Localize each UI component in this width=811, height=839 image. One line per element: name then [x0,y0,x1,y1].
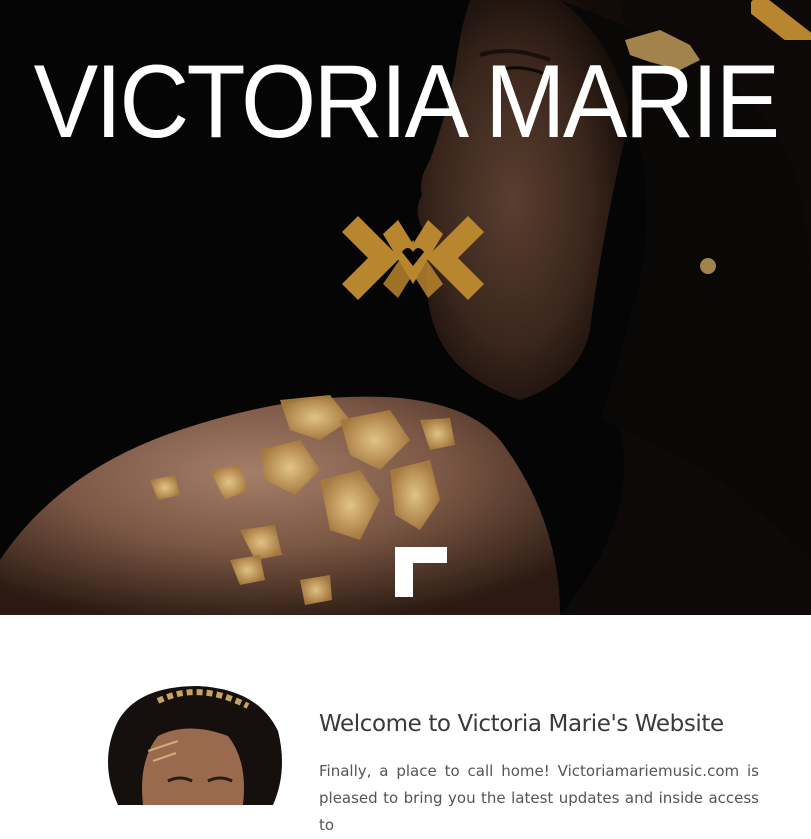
hero-section: VICTORIA MARIE [0,0,811,615]
welcome-title: Welcome to Victoria Marie's Website [319,711,724,737]
corner-ribbon[interactable] [751,0,811,40]
artist-portrait [88,681,288,805]
welcome-section: Welcome to Victoria Marie's Website Fina… [0,615,811,834]
crossed-x-heart-emblem-icon [342,216,484,300]
welcome-text: Finally, a place to call home! Victoriam… [319,762,759,834]
hero-title: VICTORIA MARIE [33,44,781,160]
corner-arrow-icon[interactable] [393,545,449,599]
